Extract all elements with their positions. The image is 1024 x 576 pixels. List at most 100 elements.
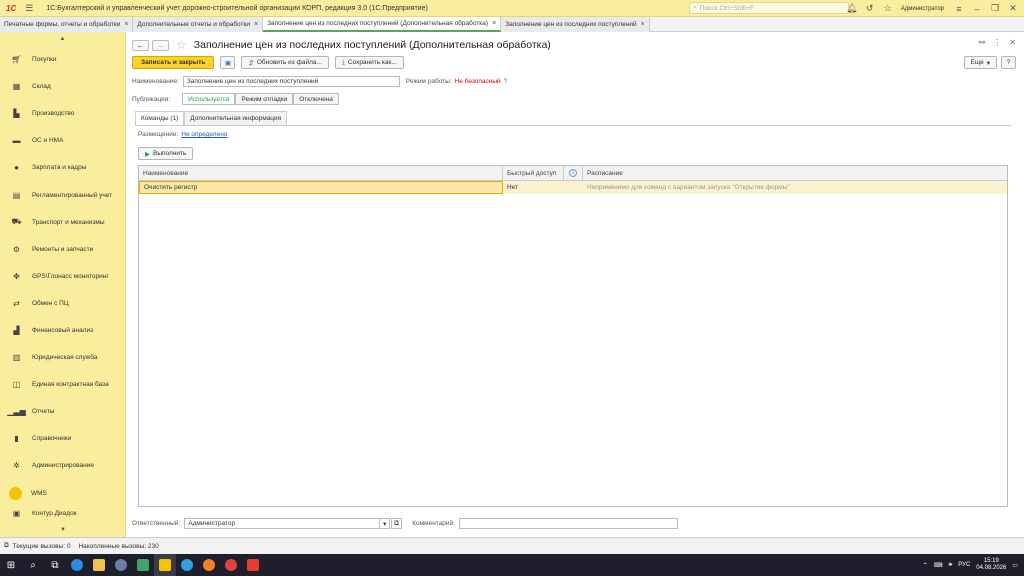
close-tab-icon[interactable]: × bbox=[254, 21, 258, 28]
run-label: Выполнить bbox=[153, 150, 187, 157]
sidebar-item-administration[interactable]: ✲ Администрирование bbox=[0, 452, 125, 479]
sidebar-item-financial-analysis[interactable]: ▟ Финансовый анализ bbox=[0, 317, 125, 344]
sidebar-item-label: Юридическая служба bbox=[32, 354, 98, 362]
yandex-browser-icon[interactable] bbox=[198, 554, 220, 576]
cell-quick-access[interactable]: Нет bbox=[503, 181, 564, 194]
tab-commands[interactable]: Команды (1) bbox=[135, 111, 185, 125]
network-icon[interactable]: ⌨ bbox=[934, 562, 943, 569]
tab-fill-prices-processing[interactable]: Заполнение цен из последних поступлений … bbox=[263, 17, 502, 32]
col-schedule-header[interactable]: Расписание bbox=[583, 166, 1007, 180]
favorites-icon[interactable]: ☆ bbox=[881, 2, 895, 16]
save-and-close-button[interactable]: Записать и закрыть bbox=[132, 56, 215, 69]
responsible-dropdown-button[interactable]: ▾ bbox=[380, 518, 391, 529]
anydesk-icon[interactable] bbox=[242, 554, 264, 576]
col-name-header[interactable]: Наименование bbox=[139, 166, 503, 180]
table-row[interactable]: Очистить регистр Нет Неприменимо для ком… bbox=[139, 181, 1007, 194]
comment-label: Комментарий: bbox=[412, 520, 455, 527]
mode-value: Не безопасный bbox=[454, 78, 501, 85]
cell-schedule[interactable]: Неприменимо для команд с вариантом запус… bbox=[583, 181, 1007, 194]
sidebar-item-contracts[interactable]: ◫ Единая контрактная база bbox=[0, 371, 125, 398]
publication-label: Публикация: bbox=[132, 95, 171, 103]
placement-link[interactable]: Не определено bbox=[181, 131, 227, 138]
scroll-up-icon[interactable]: ▲ bbox=[0, 32, 125, 46]
sidebar-item-regulated-accounting[interactable]: ▤ Регламентированный учет bbox=[0, 181, 125, 208]
yandex-icon[interactable] bbox=[110, 554, 132, 576]
restore-icon[interactable]: ❐ bbox=[988, 2, 1002, 16]
clock[interactable]: 15:19 04.08.2026 bbox=[976, 558, 1006, 572]
responsible-open-button[interactable]: ⧉ bbox=[391, 518, 403, 529]
sidebar-item-reports[interactable]: ▁▃▅ Отчеты bbox=[0, 398, 125, 425]
comment-field[interactable] bbox=[458, 518, 678, 529]
close-tab-icon[interactable]: × bbox=[641, 21, 645, 28]
cell-name[interactable]: Очистить регистр bbox=[139, 181, 503, 194]
telegram-icon[interactable] bbox=[176, 554, 198, 576]
app-icon[interactable] bbox=[132, 554, 154, 576]
language-indicator[interactable]: РУС bbox=[958, 562, 970, 568]
sidebar-item-catalogs[interactable]: ▮ Справочники bbox=[0, 425, 125, 452]
sidebar-item-wms[interactable]: WMS bbox=[0, 480, 125, 507]
app-logo: 1C bbox=[6, 3, 17, 13]
search-input[interactable]: ⌕ Поиск Ctrl+Shift+F bbox=[689, 2, 849, 14]
forward-button[interactable]: → bbox=[152, 39, 169, 51]
publication-option-disabled[interactable]: Отключена bbox=[293, 93, 339, 105]
form-close-icon[interactable]: ✕ bbox=[1009, 38, 1016, 47]
notifications-icon[interactable]: ▭ bbox=[1012, 562, 1018, 569]
tab-fill-prices[interactable]: Заполнение цен из последних поступлений × bbox=[501, 17, 650, 32]
windows-start-icon[interactable]: ⊞ bbox=[0, 554, 22, 576]
publication-option-debug[interactable]: Режим отладки bbox=[235, 93, 294, 105]
sidebar-item-exchange[interactable]: ⇄ Обмен с ПЦ bbox=[0, 290, 125, 317]
scroll-down-icon[interactable]: ▼ bbox=[0, 523, 126, 537]
col-info-header[interactable]: i bbox=[564, 166, 583, 180]
sidebar-item-diadoc[interactable]: ▣ Контур.Диадок bbox=[0, 507, 125, 521]
sidebar-item-salary[interactable]: ● Зарплата и кадры bbox=[0, 154, 125, 181]
sidebar-item-label: WMS bbox=[31, 489, 47, 497]
tab-additional-reports[interactable]: Дополнительные отчеты и обработки × bbox=[133, 17, 264, 32]
link-icon[interactable]: ⚯ bbox=[979, 38, 986, 47]
sidebar-item-production[interactable]: ▙ Производство bbox=[0, 100, 125, 127]
sidebar-item-gps[interactable]: ✥ GPS\Глонасс мониторинг bbox=[0, 263, 125, 290]
publication-option-used[interactable]: Используется bbox=[182, 93, 236, 105]
sidebar-item-purchases[interactable]: 🛒︎ Покупки bbox=[0, 46, 125, 73]
close-icon[interactable]: ✕ bbox=[1006, 2, 1020, 16]
sidebar-item-legal[interactable]: ▥ Юридическая служба bbox=[0, 344, 125, 371]
save-as-button[interactable]: ⤓ Сохранить как... bbox=[334, 56, 404, 69]
more-button[interactable]: Еще ▾ bbox=[963, 56, 997, 69]
sidebar-item-fixed-assets[interactable]: ▬ ОС и НМА bbox=[0, 127, 125, 154]
close-tab-icon[interactable]: × bbox=[124, 21, 128, 28]
favorite-star-icon[interactable]: ☆ bbox=[176, 38, 187, 52]
more-vertical-icon[interactable]: ⋮ bbox=[993, 38, 1001, 47]
save-button[interactable]: ▣ bbox=[220, 56, 236, 69]
chrome-icon[interactable] bbox=[220, 554, 242, 576]
history-icon[interactable]: ↺ bbox=[863, 2, 877, 16]
update-from-file-button[interactable]: ⇵ Обновить из файла... bbox=[241, 56, 329, 69]
volume-icon[interactable]: 🕪︎ bbox=[949, 562, 953, 569]
responsible-field[interactable]: Администратор bbox=[184, 518, 381, 529]
close-tab-icon[interactable]: × bbox=[492, 20, 496, 27]
sidebar-item-warehouse[interactable]: ▦ Склад bbox=[0, 73, 125, 100]
col-quick-access-header[interactable]: Быстрый доступ bbox=[503, 166, 564, 180]
mode-help-link[interactable]: ? bbox=[504, 78, 508, 85]
legal-icon: ▥ bbox=[12, 353, 21, 363]
factory-icon: ▙ bbox=[13, 109, 20, 119]
chevron-down-icon: ▾ bbox=[986, 59, 990, 67]
minimize-icon[interactable]: – bbox=[970, 2, 984, 16]
tray-chevron-icon[interactable]: ⌃ bbox=[923, 562, 928, 569]
calls-icon[interactable]: ⧉ bbox=[4, 542, 9, 550]
tab-additional-info[interactable]: Дополнительная информация bbox=[184, 111, 288, 125]
edge-icon[interactable] bbox=[66, 554, 88, 576]
sidebar-item-repairs[interactable]: ⚙ Ремонты и запчасти bbox=[0, 236, 125, 263]
menu-icon[interactable]: ☰ bbox=[22, 1, 36, 15]
onec-taskbar-icon[interactable] bbox=[154, 554, 176, 576]
name-field[interactable]: Заполнение цен из последних поступлений bbox=[182, 76, 400, 87]
taskbar-search-icon[interactable]: ⌕ bbox=[22, 554, 44, 576]
main-menu-icon[interactable]: ≡ bbox=[952, 2, 966, 16]
bell-icon[interactable]: 🔔︎ bbox=[845, 2, 859, 16]
explorer-icon[interactable] bbox=[88, 554, 110, 576]
run-button[interactable]: ▶ Выполнить bbox=[138, 147, 194, 160]
help-button[interactable]: ? bbox=[1001, 56, 1016, 69]
back-button[interactable]: ← bbox=[132, 39, 149, 51]
sidebar-item-transport[interactable]: ⛟ Транспорт и механизмы bbox=[0, 209, 125, 236]
task-view-icon[interactable]: ⧉ bbox=[44, 554, 66, 576]
user-name[interactable]: Администратор bbox=[901, 6, 944, 12]
tab-print-forms[interactable]: Печатные формы, отчеты и обработки × bbox=[0, 17, 134, 32]
